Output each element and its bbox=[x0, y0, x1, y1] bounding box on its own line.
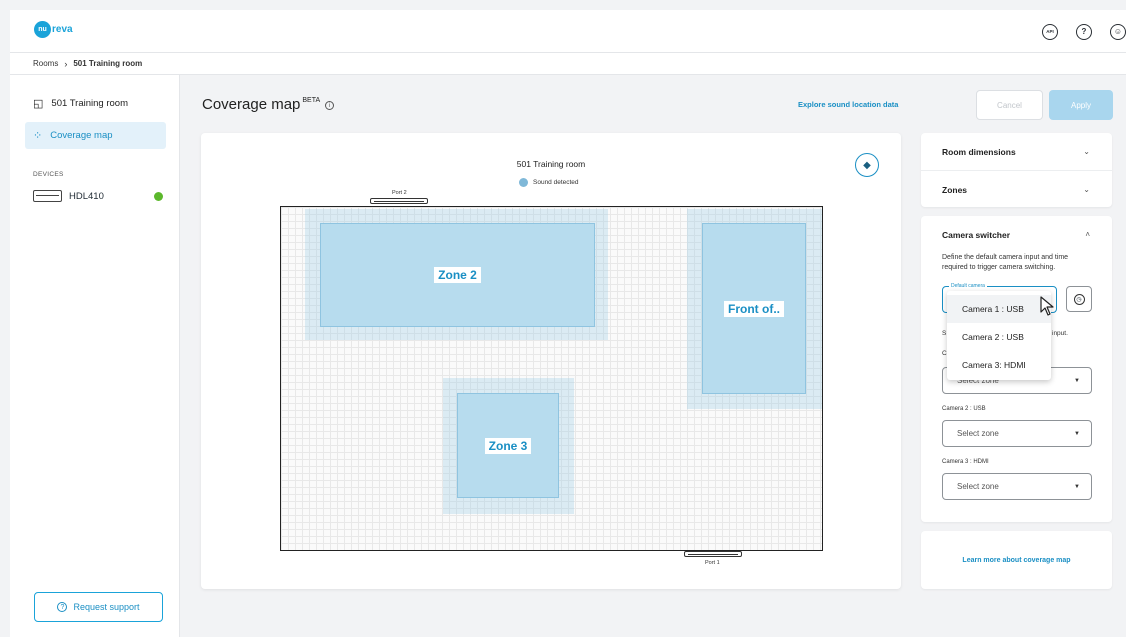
zone-3[interactable]: Zone 3 bbox=[457, 393, 559, 498]
partial-text: S bbox=[942, 330, 947, 337]
port-2-label: Port 2 bbox=[392, 190, 407, 196]
caret-down-icon: ▼ bbox=[1074, 430, 1080, 437]
legend-label: Sound detected bbox=[533, 179, 579, 186]
learn-more-panel: Learn more about coverage map bbox=[921, 531, 1112, 589]
page-title-text: Coverage map bbox=[202, 96, 301, 113]
front-zone[interactable]: Front of.. bbox=[702, 223, 806, 394]
port-1-label: Port 1 bbox=[705, 560, 720, 566]
zone-label: Zone 2 bbox=[434, 267, 481, 283]
dropdown-option-camera-3[interactable]: Camera 3: HDMI bbox=[947, 351, 1051, 379]
chevron-down-icon: ⌄ bbox=[1083, 185, 1090, 194]
chevron-down-icon: ⌄ bbox=[1083, 147, 1090, 156]
camera-switcher-description: Define the default camera input and time… bbox=[942, 254, 1069, 271]
apply-button[interactable]: Apply bbox=[1049, 90, 1113, 120]
camera-switcher-title: Camera switcher bbox=[942, 229, 1011, 240]
camera-1-label: C bbox=[942, 350, 947, 357]
room-map[interactable]: Zone 2 Front of.. Zone 3 bbox=[280, 206, 823, 551]
grid-icon: ⁘ bbox=[33, 130, 43, 142]
cancel-button[interactable]: Cancel bbox=[976, 90, 1043, 120]
device-icon bbox=[33, 190, 62, 202]
default-camera-dropdown: Camera 1 : USB Camera 2 : USB Camera 3: … bbox=[947, 291, 1051, 380]
map-room-title: 501 Training room bbox=[516, 159, 586, 169]
account-icon[interactable]: ☺ bbox=[1110, 24, 1126, 40]
api-icon[interactable]: API bbox=[1042, 24, 1058, 40]
camera-switcher-header[interactable]: Camera switcher ˄ bbox=[921, 216, 1112, 253]
breadcrumb-rooms[interactable]: Rooms bbox=[33, 59, 58, 68]
breadcrumb-separator: › bbox=[64, 58, 68, 69]
chevron-up-icon: ˄ bbox=[1085, 230, 1090, 239]
sidebar: ◱ 501 Training room ⁘ Coverage map DEVIC… bbox=[10, 75, 180, 637]
logo-badge: nu bbox=[34, 21, 51, 38]
zones-title: Zones bbox=[942, 184, 968, 195]
zones-header[interactable]: Zones ⌄ bbox=[921, 171, 1112, 208]
settings-accordion: Room dimensions ⌄ Zones ⌄ bbox=[921, 133, 1112, 207]
map-legend: Sound detected bbox=[519, 178, 579, 187]
room-dimensions-title: Room dimensions bbox=[942, 146, 1016, 157]
default-camera-label: Default camera bbox=[949, 283, 987, 289]
breadcrumb: Rooms › 501 Training room bbox=[10, 53, 1126, 75]
sidebar-item-coverage-map[interactable]: ⁘ Coverage map bbox=[25, 122, 166, 149]
sidebar-item-label: Coverage map bbox=[50, 130, 113, 141]
zone-label: Front of.. bbox=[724, 300, 784, 317]
zone-label: Zone 3 bbox=[484, 437, 532, 454]
dropdown-option-camera-1[interactable]: Camera 1 : USB bbox=[947, 295, 1051, 323]
select-placeholder: Select zone bbox=[957, 429, 999, 438]
room-dimensions-header[interactable]: Room dimensions ⌄ bbox=[921, 133, 1112, 170]
device-status-indicator bbox=[154, 191, 163, 201]
caret-down-icon: ▼ bbox=[1074, 483, 1080, 490]
info-icon[interactable]: i bbox=[325, 101, 335, 110]
room-icon: ◱ bbox=[33, 98, 44, 110]
help-icon[interactable]: ? bbox=[1076, 24, 1092, 40]
sound-detected-dot bbox=[519, 178, 528, 187]
explore-sound-location-link[interactable]: Explore sound location data bbox=[798, 100, 898, 109]
eraser-icon[interactable]: ◆ bbox=[855, 153, 879, 177]
dropdown-option-camera-2[interactable]: Camera 2 : USB bbox=[947, 323, 1051, 351]
coverage-map-card: 501 Training room Sound detected ◆ Port … bbox=[201, 133, 901, 589]
help-icon: ? bbox=[57, 602, 68, 612]
breadcrumb-current: 501 Training room bbox=[73, 59, 143, 68]
port-1-device bbox=[684, 551, 742, 557]
camera-2-zone-select[interactable]: Select zone ▼ bbox=[942, 420, 1092, 447]
learn-more-link[interactable]: Learn more about coverage map bbox=[962, 557, 1070, 564]
device-label: HDL410 bbox=[69, 190, 104, 202]
camera-2-label: Camera 2 : USB bbox=[942, 406, 986, 412]
clock-icon: ◷ bbox=[1073, 293, 1085, 305]
port-2-device bbox=[370, 198, 428, 204]
request-support-label: Request support bbox=[73, 602, 140, 612]
caret-down-icon: ▼ bbox=[1074, 377, 1080, 384]
partial-text: input. bbox=[1052, 330, 1068, 337]
zone-2[interactable]: Zone 2 bbox=[320, 223, 595, 327]
nureva-logo[interactable]: nu reva bbox=[34, 21, 73, 38]
mouse-cursor-icon bbox=[1040, 296, 1054, 316]
camera-3-zone-select[interactable]: Select zone ▼ bbox=[942, 473, 1092, 500]
camera-3-label: Camera 3 : HDMI bbox=[942, 459, 989, 465]
logo-text: reva bbox=[52, 24, 73, 35]
page-title: Coverage map BETA i bbox=[202, 96, 335, 113]
sidebar-item-room[interactable]: ◱ 501 Training room bbox=[25, 90, 166, 117]
top-bar: nu reva API ? ☺ bbox=[10, 10, 1126, 53]
beta-badge: BETA bbox=[302, 97, 321, 104]
devices-heading: DEVICES bbox=[33, 171, 64, 178]
sidebar-item-label: 501 Training room bbox=[51, 98, 128, 109]
select-placeholder: Select zone bbox=[957, 482, 999, 491]
header-icons: API ? ☺ bbox=[1042, 24, 1126, 40]
device-hdl410[interactable]: HDL410 bbox=[33, 190, 163, 202]
request-support-button[interactable]: ? Request support bbox=[34, 592, 163, 622]
timer-button[interactable]: ◷ bbox=[1066, 286, 1092, 312]
